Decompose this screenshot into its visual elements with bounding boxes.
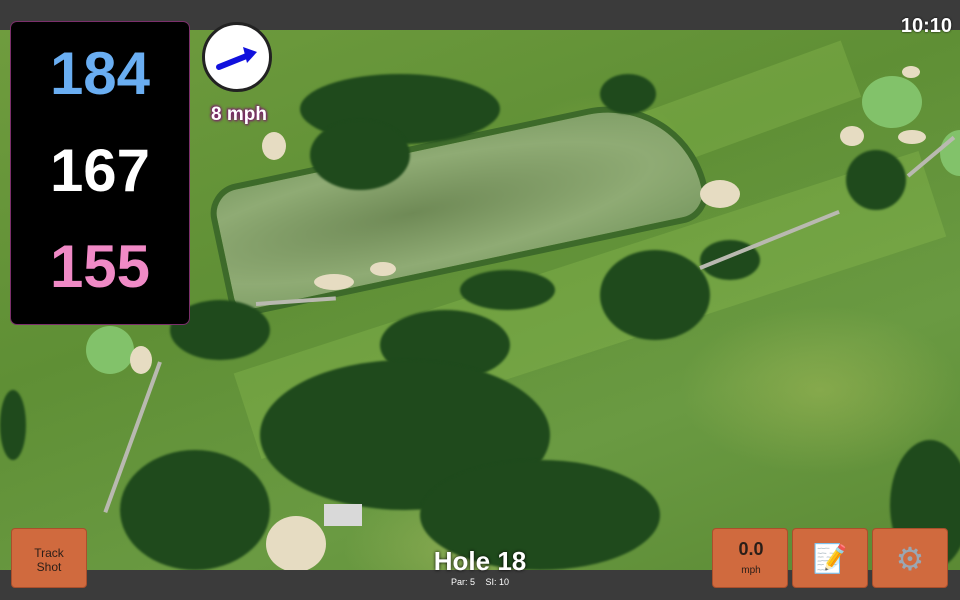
hole-par: Par: 5 — [450, 577, 475, 587]
green — [862, 76, 922, 128]
settings-button[interactable]: ⚙ — [872, 528, 948, 588]
wind-direction-indicator — [202, 22, 272, 92]
arrow-icon — [216, 47, 257, 70]
wind-speed: 8 mph — [211, 104, 267, 125]
track-shot-label-line2: Shot — [36, 560, 62, 574]
gear-icon: ⚙ — [895, 541, 925, 577]
speed-button[interactable]: 0.0 mph — [712, 528, 788, 588]
building — [324, 504, 362, 526]
hole-info: Par: 5 SI: 10 — [380, 577, 580, 587]
track-shot-label-line1: Track — [34, 546, 64, 560]
green — [86, 326, 134, 374]
front-distance: 155 — [49, 233, 151, 300]
back-distance: 184 — [49, 40, 151, 107]
track-shot-button[interactable]: Track Shot — [11, 528, 87, 588]
notes-button[interactable]: 📝 — [792, 528, 868, 588]
hole-title: Hole 18 — [433, 546, 527, 576]
hole-stroke-index: SI: 10 — [485, 577, 510, 587]
middle-distance: 167 — [49, 137, 151, 204]
speed-value: 0.0 — [738, 539, 764, 559]
distance-panel: 184 167 155 — [11, 22, 189, 324]
clock: 10:10 — [900, 15, 952, 37]
notes-icon: 📝 — [812, 543, 848, 574]
speed-unit: mph — [741, 565, 761, 576]
